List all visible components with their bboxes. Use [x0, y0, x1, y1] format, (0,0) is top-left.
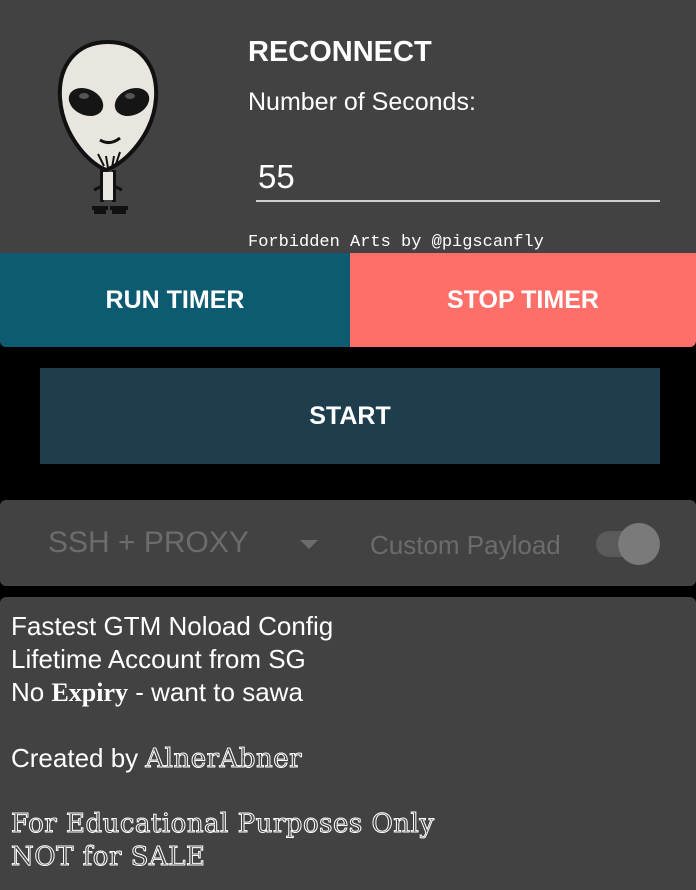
custom-payload-label: Custom Payload [370, 530, 561, 560]
seconds-input[interactable] [256, 154, 660, 202]
alien-mascot-icon [57, 39, 159, 214]
info-line-3-suffix: - want to sawa [128, 677, 303, 707]
info-line-6: NOT for SALE [10, 842, 206, 873]
info-line-3-bold: Expiry [51, 678, 129, 707]
stop-timer-button[interactable]: STOP TIMER [350, 253, 696, 347]
credit-text: Forbidden Arts by @pigscanfly [248, 233, 544, 252]
reconnect-title: RECONNECT [248, 36, 432, 68]
info-line-4: Created by AlnerAbner [11, 743, 303, 775]
info-line-1: Fastest GTM Noload Config [11, 611, 334, 641]
info-line-5: For Educational Purposes Only [11, 809, 435, 840]
info-line-2: Lifetime Account from SG [11, 644, 306, 674]
options-card: SSH + PROXY Custom Payload [0, 500, 696, 586]
custom-payload-toggle-thumb[interactable] [618, 523, 660, 565]
mode-select[interactable]: SSH + PROXY [48, 526, 249, 560]
info-line-3: No Expiry - want to sawa [11, 677, 303, 708]
author-name: AlnerAbner [145, 744, 303, 775]
info-line-3-prefix: No [11, 677, 52, 707]
run-timer-button[interactable]: RUN TIMER [0, 253, 350, 347]
created-by-text: Created by [11, 743, 146, 773]
start-button[interactable]: START [40, 368, 660, 464]
reconnect-card: RECONNECT Number of Seconds: Forbidden A… [0, 0, 696, 347]
info-card: Fastest GTM Noload Config Lifetime Accou… [0, 597, 696, 890]
seconds-label: Number of Seconds: [248, 88, 476, 116]
dropdown-arrow-icon[interactable] [300, 540, 318, 549]
